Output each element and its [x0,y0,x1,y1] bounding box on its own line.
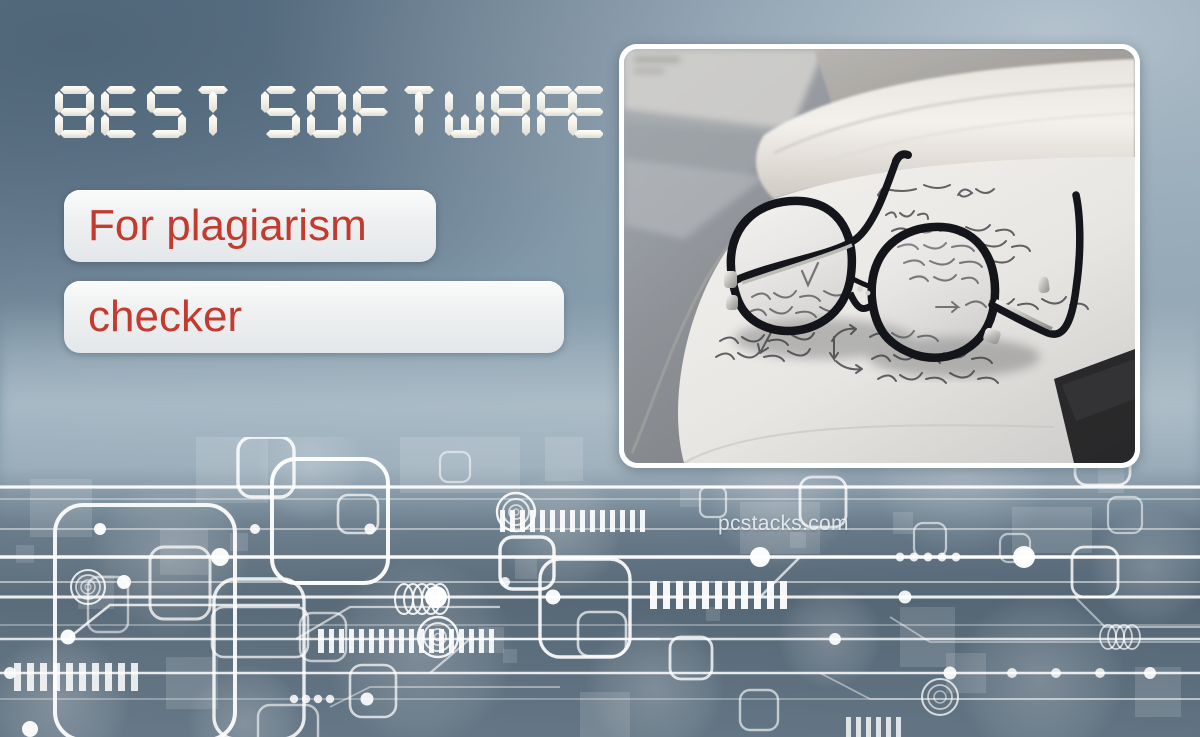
hero-photo [624,49,1135,463]
eyeglasses-on-notebook-illustration [624,49,1135,463]
page-title-glyphs [55,84,603,140]
page-title: BEST SOFTWARE [55,84,603,145]
site-watermark: pcstacks.com [718,512,849,535]
label-pill-primary-text: For plagiarism [88,201,367,250]
hero-photo-card [619,44,1140,468]
banner-image: BEST SOFTWARE For plagiarism checker [0,0,1200,737]
label-pill-secondary: checker [64,281,564,353]
label-pill-primary: For plagiarism [64,190,436,262]
label-pill-secondary-text: checker [88,292,243,341]
abstract-circuit-pattern [0,437,1200,737]
